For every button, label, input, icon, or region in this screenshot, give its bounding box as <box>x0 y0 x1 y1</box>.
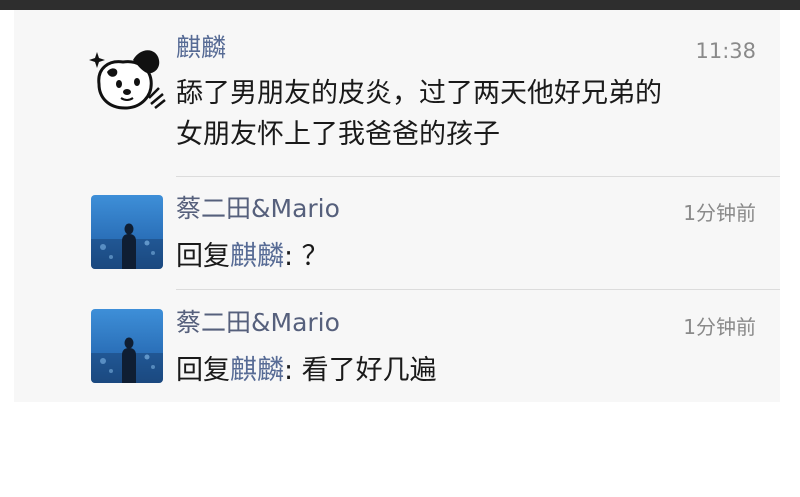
comment-text: 舔了男朋友的皮炎，过了两天他好兄弟的 女朋友怀上了我爸爸的孩子 <box>176 73 766 155</box>
commenter-name[interactable]: 蔡二田&Mario <box>176 310 340 335</box>
commenter-name[interactable]: 麒麟 <box>176 35 226 60</box>
comment-time: 11:38 <box>695 39 756 63</box>
comment-text: 回复麒麟: ？ <box>176 236 766 277</box>
reply-target-name[interactable]: 麒麟 <box>230 355 284 386</box>
reply-target-name[interactable]: 麒麟 <box>230 241 284 272</box>
reply-prefix: 回复 <box>176 355 230 386</box>
underwater-photo-avatar[interactable] <box>91 195 163 269</box>
comment-list: 麒麟 11:38 舔了男朋友的皮炎，过了两天他好兄弟的 女朋友怀上了我爸爸的孩子 <box>14 10 780 402</box>
comment-item: 蔡二田&Mario 1分钟前 回复麒麟: 看了好几遍 <box>14 291 780 402</box>
divider <box>176 289 780 290</box>
comment-item: 麒麟 11:38 舔了男朋友的皮炎，过了两天他好兄弟的 女朋友怀上了我爸爸的孩子 <box>14 10 780 177</box>
comment-time: 1分钟前 <box>683 315 756 339</box>
commenter-name[interactable]: 蔡二田&Mario <box>176 196 340 221</box>
reply-text: : 看了好几遍 <box>284 355 437 386</box>
reply-prefix: 回复 <box>176 241 230 272</box>
comment-text-line: 女朋友怀上了我爸爸的孩子 <box>176 119 500 150</box>
comment-item: 蔡二田&Mario 1分钟前 回复麒麟: ？ <box>14 177 780 290</box>
top-bar <box>0 0 800 10</box>
comment-text: 回复麒麟: 看了好几遍 <box>176 350 766 391</box>
comment-time: 1分钟前 <box>683 201 756 225</box>
reply-text: : ？ <box>284 241 329 272</box>
cartoon-dog-avatar[interactable] <box>89 38 169 118</box>
underwater-photo-avatar[interactable] <box>91 309 163 383</box>
comment-text-line: 舔了男朋友的皮炎，过了两天他好兄弟的 <box>176 78 662 109</box>
